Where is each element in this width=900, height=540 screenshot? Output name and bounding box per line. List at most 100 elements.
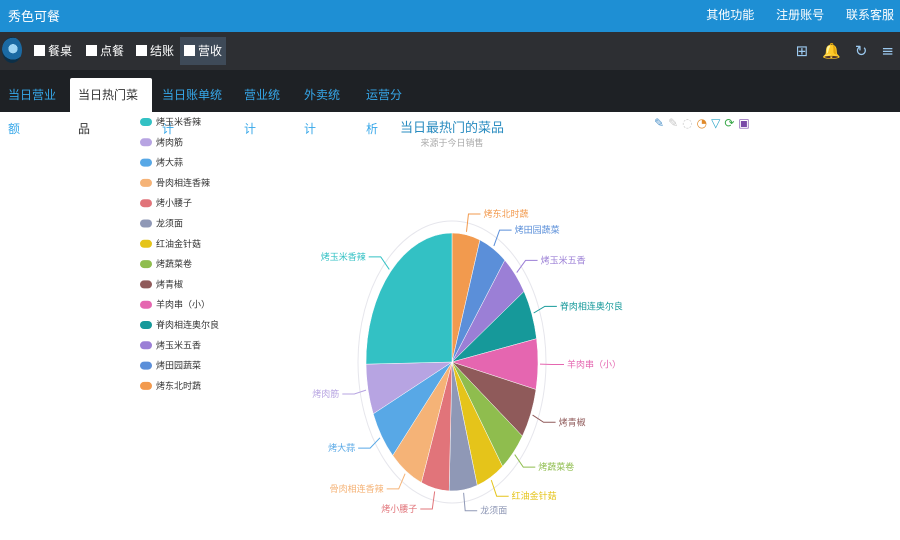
legend-item[interactable]: 烤玉米五香 xyxy=(140,339,201,351)
legend-item[interactable]: 烤小腰子 xyxy=(140,197,192,209)
mark-icon[interactable]: ✎ xyxy=(654,116,664,130)
legend-label: 烤肉筋 xyxy=(156,136,183,148)
app-title: 秀色可餐 xyxy=(8,10,61,25)
legend-swatch xyxy=(140,239,152,248)
legend-swatch xyxy=(140,280,152,289)
book-icon xyxy=(86,45,97,56)
table-icon xyxy=(34,45,45,56)
funnel-type-icon[interactable]: ▽ xyxy=(711,116,720,130)
pie-label-line xyxy=(490,479,509,497)
tab-daily-bill-stats[interactable]: 当日账单统计 xyxy=(154,78,236,136)
legend-swatch xyxy=(140,260,152,269)
bell-icon[interactable]: 🔔 xyxy=(822,42,841,60)
toolbar-right-icons: ⊞ 🔔 ↻ ≡ xyxy=(782,42,894,60)
tab-operation-analysis[interactable]: 运营分析 xyxy=(358,78,416,136)
legend-label: 烤玉米五香 xyxy=(156,339,201,351)
legend-item[interactable]: 烤肉筋 xyxy=(140,136,183,148)
pie-label-line xyxy=(533,305,557,314)
pie-label-line xyxy=(514,454,536,468)
pie-slice-label: 烤玉米香辣 xyxy=(321,251,366,263)
legend-item[interactable]: 龙须面 xyxy=(140,218,183,230)
mark-undo-icon[interactable]: ✎ xyxy=(668,116,678,130)
pie-slice-label: 骨肉相连香辣 xyxy=(330,483,384,495)
legend-swatch xyxy=(140,199,152,208)
pie-slice-label: 脊肉相连奥尔良 xyxy=(560,300,623,312)
pie-label-line xyxy=(516,259,538,273)
gift-icon[interactable]: ⊞ xyxy=(796,42,809,60)
legend-item[interactable]: 红油金针菇 xyxy=(140,238,201,250)
pie-slice-label: 烤肉筋 xyxy=(312,388,339,400)
checkout-button[interactable]: 结账 xyxy=(132,37,178,65)
order-button-label: 点餐 xyxy=(100,44,125,58)
legend-item[interactable]: 骨肉相连香辣 xyxy=(140,177,210,189)
legend-item[interactable]: 烤玉米香辣 xyxy=(140,116,201,128)
legend-item[interactable]: 烤东北时蔬 xyxy=(140,380,201,392)
tables-button[interactable]: 餐桌 xyxy=(30,37,76,65)
pie-slices xyxy=(357,220,547,504)
legend-swatch xyxy=(140,178,152,187)
legend-label: 烤大蒜 xyxy=(156,157,183,169)
legend-swatch xyxy=(140,361,152,370)
legend-item[interactable]: 烤青椒 xyxy=(140,278,183,290)
contact-support-link[interactable]: 联系客服 xyxy=(846,8,894,22)
pie-slice-label: 烤田园蔬菜 xyxy=(515,224,560,236)
legend-label: 烤青椒 xyxy=(156,278,183,290)
pie-label-line xyxy=(532,414,556,423)
tab-takeout-stats[interactable]: 外卖统计 xyxy=(296,78,354,136)
legend-swatch xyxy=(140,219,152,228)
legend-label: 烤蔬菜卷 xyxy=(156,258,192,270)
pie-slice-label: 红油金针菇 xyxy=(512,490,557,502)
legend-item[interactable]: 烤大蒜 xyxy=(140,157,183,169)
legend-label: 烤田园蔬菜 xyxy=(156,360,201,372)
refresh-icon[interactable]: ↻ xyxy=(855,42,868,60)
legend-item[interactable]: 烤田园蔬菜 xyxy=(140,360,201,372)
pie-label-line xyxy=(342,389,367,395)
top-links: 其他功能 注册账号 联系客服 xyxy=(688,6,894,23)
legend-swatch xyxy=(140,158,152,167)
pie-type-icon[interactable]: ◔ xyxy=(697,116,707,130)
chart-legend: 烤玉米香辣烤肉筋烤大蒜骨肉相连香辣烤小腰子龙须面红油金针菇烤蔬菜卷烤青椒羊肉串（… xyxy=(140,116,219,392)
top-bar: 秀色可餐 其他功能 注册账号 联系客服 xyxy=(0,0,900,32)
pie-slice[interactable] xyxy=(365,232,453,365)
menu-icon[interactable]: ≡ xyxy=(881,42,894,60)
tab-daily-revenue[interactable]: 当日营业额 xyxy=(0,78,68,136)
logo-icon xyxy=(2,37,22,63)
register-account-link[interactable]: 注册账号 xyxy=(776,8,824,22)
chart-subtitle: 来源于今日销售 xyxy=(420,137,483,149)
order-button[interactable]: 点餐 xyxy=(82,37,128,65)
pie-slice-label: 羊肉串（小） xyxy=(567,358,621,370)
legend-swatch xyxy=(140,321,152,329)
chart-area: 当日最热门的菜品 来源于今日销售 烤玉米香辣 烤肉筋 烤大蒜 骨肉相连香辣 烤小腰子 龙须… xyxy=(0,112,900,540)
pie-slice-label: 烤小腰子 xyxy=(381,503,417,515)
legend-item[interactable]: 烤蔬菜卷 xyxy=(140,258,192,270)
calculator-icon xyxy=(136,45,147,56)
revenue-button[interactable]: 营收 xyxy=(180,37,227,65)
legend-label: 骨肉相连香辣 xyxy=(156,177,210,189)
legend-item[interactable]: 羊肉串（小） xyxy=(140,299,210,311)
restore-icon[interactable]: ⟳ xyxy=(724,116,734,130)
chart-title: 当日最热门的菜品 xyxy=(400,120,504,136)
chart-toolbox: ✎ ✎ ◌ ◔ ▽ ⟳ ▣ xyxy=(654,116,754,132)
legend-swatch xyxy=(140,300,152,309)
legend-swatch xyxy=(140,381,152,390)
pie-slice-label: 烤蔬菜卷 xyxy=(538,461,574,473)
checkout-button-label: 结账 xyxy=(150,44,175,58)
legend-label: 红油金针菇 xyxy=(156,238,201,250)
tab-business-stats[interactable]: 营业统计 xyxy=(236,78,294,136)
other-functions-link[interactable]: 其他功能 xyxy=(706,8,754,22)
pie-label-line xyxy=(368,256,390,270)
pie-slice-label: 龙须面 xyxy=(480,505,507,517)
legend-item[interactable]: 脊肉相连奥尔良 xyxy=(140,319,219,331)
legend-label: 烤东北时蔬 xyxy=(156,380,201,392)
pie-slice-label: 烤玉米五香 xyxy=(541,254,586,266)
pie-label-line xyxy=(386,473,406,490)
tab-daily-hot-dishes[interactable]: 当日热门菜品 xyxy=(70,78,152,136)
revenue-button-label: 营收 xyxy=(198,44,223,58)
save-image-icon[interactable]: ▣ xyxy=(738,116,749,130)
legend-swatch xyxy=(140,341,152,350)
legend-label: 羊肉串（小） xyxy=(156,299,210,311)
mark-clear-icon[interactable]: ◌ xyxy=(682,116,692,130)
legend-swatch xyxy=(140,118,152,126)
legend-label: 烤小腰子 xyxy=(156,197,192,209)
pie-slice-label: 烤东北时蔬 xyxy=(483,208,528,220)
